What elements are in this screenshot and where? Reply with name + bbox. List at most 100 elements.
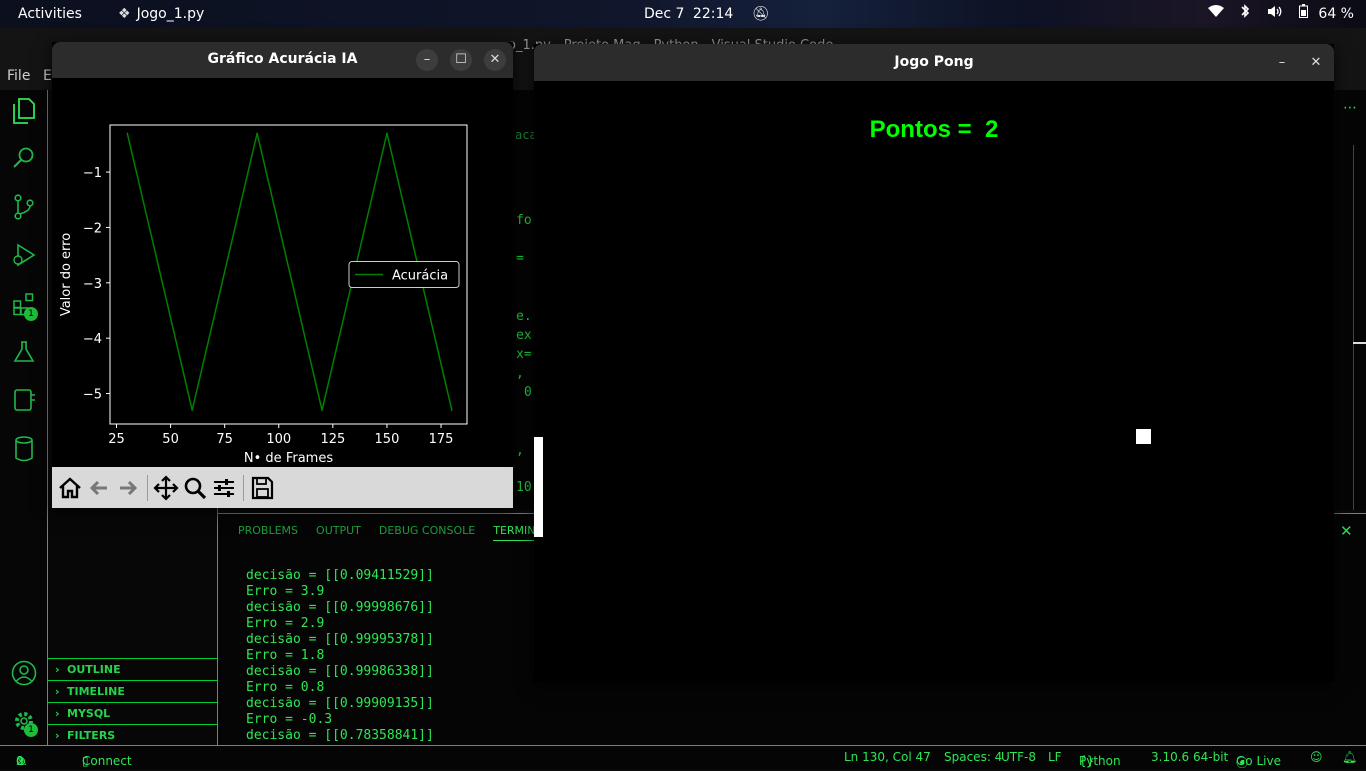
notifications-icon[interactable]: 🔔︎ — [1342, 750, 1357, 764]
menu-file[interactable]: File — [7, 68, 30, 84]
remote-explorer-icon[interactable] — [10, 388, 38, 416]
plot-canvas[interactable]: 25 50 75 100 125 150 175 −1 −2 −3 −4 −5 N• de Frames… — [52, 78, 513, 467]
save-icon[interactable] — [248, 474, 276, 502]
back-icon[interactable] — [85, 474, 113, 502]
minimize-icon[interactable]: – — [416, 49, 438, 71]
data-point — [386, 132, 388, 135]
zoom-icon[interactable] — [181, 474, 209, 502]
wifi-icon — [1207, 1, 1224, 29]
data-point — [321, 409, 323, 411]
terminal-line: decisão = [[0.99909135]] — [246, 696, 434, 711]
clock-date: Dec 7 — [644, 6, 685, 22]
volume-icon — [1267, 1, 1283, 29]
app-menu-label: Jogo_1.py — [136, 6, 205, 22]
editor-right-strip: ⋯ — [1335, 90, 1366, 510]
panel-tabs: PROBLEMS OUTPUT DEBUG CONSOLE TERMIN — [238, 524, 554, 544]
data-point — [451, 409, 453, 411]
pan-icon[interactable] — [152, 474, 180, 502]
battery-percent: 64 % — [1318, 6, 1354, 22]
forward-icon[interactable] — [114, 474, 142, 502]
golive-label: Go Live — [1236, 754, 1281, 768]
search-icon[interactable] — [10, 146, 38, 174]
terminal-line: Erro = 2.9 — [246, 616, 325, 631]
x-tick-label: 125 — [320, 432, 345, 447]
source-control-icon[interactable] — [10, 194, 38, 222]
code-fragment: e. — [516, 309, 532, 324]
plot-window-title: Gráfico Acurácia IA — [207, 51, 358, 67]
terminal-line: decisão = [[0.78358841]] — [246, 728, 434, 743]
chevron-right-icon: › — [55, 729, 60, 742]
tab-terminal[interactable]: TERMIN — [493, 524, 536, 541]
scrollbar-track[interactable] — [1353, 145, 1354, 510]
clock-time: 22:14 — [692, 6, 734, 22]
plot-window-titlebar[interactable]: Gráfico Acurácia IA – ☐ ✕ — [52, 42, 513, 78]
y-tick-label: −1 — [83, 166, 102, 181]
data-point — [191, 409, 194, 411]
y-tick-label: −3 — [83, 277, 102, 292]
pong-game-field[interactable]: Pontos = 2 — [534, 81, 1334, 682]
code-fragment: , — [516, 366, 524, 381]
configure-icon[interactable] — [210, 474, 238, 502]
tab-problems[interactable]: PROBLEMS — [238, 524, 298, 537]
python-app-icon: ❖ — [118, 6, 131, 22]
testing-icon[interactable] — [10, 340, 38, 368]
status-cursor-position[interactable]: Ln 130, Col 47 — [844, 750, 931, 764]
y-tick-label: −5 — [83, 388, 102, 403]
sidebar-section-outline[interactable]: › OUTLINE — [48, 658, 217, 680]
warning-count: 0 — [16, 754, 24, 768]
sidebar-section-label: OUTLINE — [67, 663, 121, 676]
chevron-right-icon: › — [55, 707, 60, 720]
sidebar-section-filters[interactable]: › FILTERS — [48, 724, 217, 746]
pong-window: Jogo Pong – ✕ Pontos = 2 — [534, 44, 1334, 682]
code-fragment: 0 — [524, 385, 532, 400]
accuracy-chart[interactable]: 25 50 75 100 125 150 175 −1 −2 −3 −4 −5 N• de Frames… — [52, 78, 513, 467]
x-tick-label: 25 — [108, 432, 125, 447]
close-icon[interactable]: ✕ — [1305, 52, 1327, 74]
y-tick-label: −2 — [83, 221, 102, 236]
sidebar-section-mysql[interactable]: › MYSQL — [48, 702, 217, 724]
terminal-line: Erro = 0.8 — [246, 680, 325, 695]
menu-edit[interactable]: E — [43, 68, 52, 84]
sidebar-section-label: TIMELINE — [67, 685, 125, 698]
activities-button[interactable]: Activities — [18, 0, 82, 28]
scrollbar-thumb[interactable] — [1353, 342, 1366, 344]
home-icon[interactable] — [56, 474, 84, 502]
x-tick-label: 150 — [375, 432, 400, 447]
sidebar-section-timeline[interactable]: › TIMELINE — [48, 680, 217, 702]
terminal-output[interactable]: decisão = [[0.09411529]] Erro = 3.9 decisã… — [246, 552, 434, 744]
close-icon[interactable]: ✕ — [484, 49, 506, 71]
clock[interactable]: Dec 7 22:14 🔕︎ — [644, 0, 770, 28]
panel-close-icon[interactable]: ✕ — [1340, 522, 1353, 540]
more-actions-icon[interactable]: ⋯ — [1343, 100, 1357, 116]
legend-label: Acurácia — [392, 269, 448, 284]
system-tray[interactable]: 64 % — [1207, 0, 1354, 29]
database-icon[interactable] — [10, 436, 38, 464]
terminal-line: decisão = [[0.09411529]] — [246, 568, 434, 583]
bluetooth-icon — [1240, 1, 1250, 29]
account-icon[interactable] — [10, 660, 38, 688]
status-eol[interactable]: LF — [1048, 750, 1062, 764]
status-indentation[interactable]: Spaces: 4 — [944, 750, 1002, 764]
pong-score: Pontos = 2 — [534, 116, 1334, 144]
tab-output[interactable]: OUTPUT — [316, 524, 361, 537]
maximize-icon[interactable]: ☐ — [450, 49, 472, 71]
code-fragment: fo — [516, 213, 532, 228]
chevron-right-icon: › — [55, 663, 60, 676]
feedback-icon[interactable]: ☺ — [1310, 750, 1323, 764]
plot-window: Gráfico Acurácia IA – ☐ ✕ 25 50 75 100 125 15… — [52, 42, 513, 508]
minimize-icon[interactable]: – — [1271, 52, 1293, 74]
system-top-bar: Activities ❖ Jogo_1.py Dec 7 22:14 🔕︎ 64 … — [0, 0, 1366, 28]
player-paddle — [534, 437, 543, 537]
chevron-right-icon: › — [55, 685, 60, 698]
app-menu[interactable]: ❖ Jogo_1.py — [118, 0, 204, 28]
status-interpreter[interactable]: 3.10.6 64-bit — [1151, 750, 1228, 764]
language-label: Python — [1079, 754, 1121, 768]
pong-window-titlebar[interactable]: Jogo Pong – ✕ — [534, 44, 1334, 81]
tab-debug-console[interactable]: DEBUG CONSOLE — [379, 524, 475, 537]
code-fragment: ex — [516, 328, 532, 343]
run-debug-icon[interactable] — [10, 242, 38, 270]
code-fragment: x= — [516, 347, 532, 362]
status-encoding[interactable]: UTF-8 — [1001, 750, 1036, 764]
status-bar: ⊗ 0 ⚠ 0 ▯ Connect Ln 130, Col 47 Spaces:… — [0, 745, 1366, 770]
explorer-icon[interactable] — [10, 98, 38, 126]
